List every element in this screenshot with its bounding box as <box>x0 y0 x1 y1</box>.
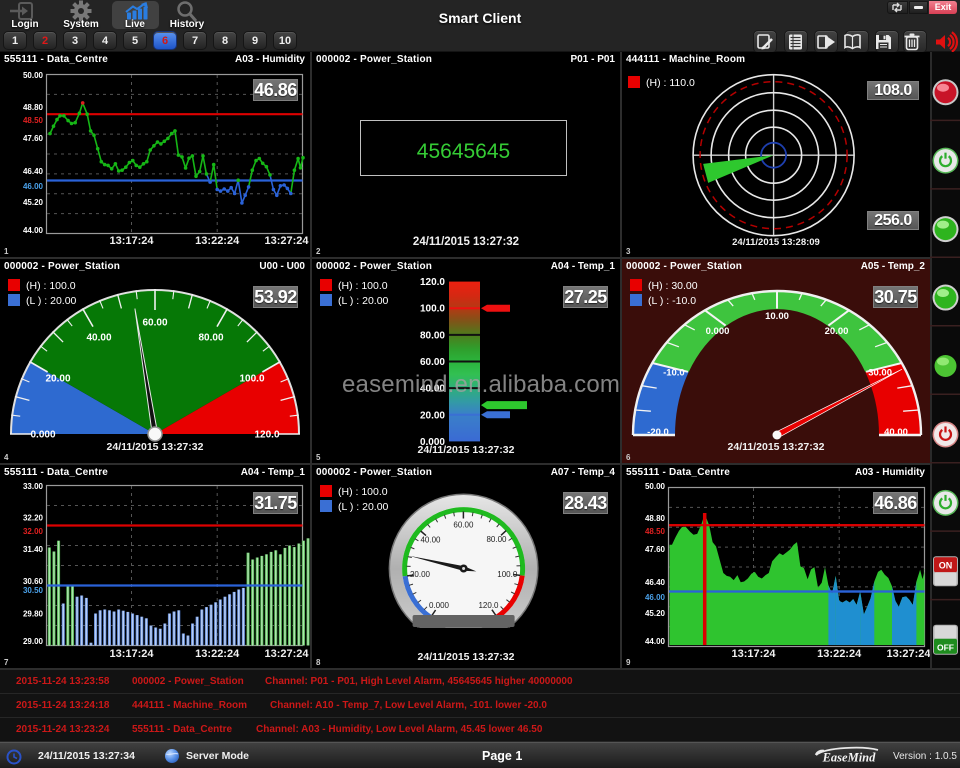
svg-text:40.00: 40.00 <box>86 333 111 344</box>
svg-text:13:17:24: 13:17:24 <box>109 235 154 247</box>
svg-text:40.00: 40.00 <box>884 427 908 438</box>
svg-text:44.00: 44.00 <box>23 226 44 235</box>
svg-text:47.60: 47.60 <box>645 545 666 554</box>
svg-text:20.00: 20.00 <box>420 410 445 421</box>
svg-text:48.80: 48.80 <box>645 514 666 523</box>
svg-text:-20.0: -20.0 <box>647 427 669 438</box>
svg-text:13:22:24: 13:22:24 <box>195 648 240 660</box>
svg-text:46.00: 46.00 <box>645 593 666 602</box>
svg-text:13:17:24: 13:17:24 <box>109 648 154 660</box>
svg-text:0.000: 0.000 <box>706 326 730 337</box>
svg-text:13:17:24: 13:17:24 <box>731 648 776 660</box>
svg-text:47.60: 47.60 <box>23 134 44 143</box>
svg-text:45.20: 45.20 <box>23 198 44 207</box>
svg-text:30.50: 30.50 <box>23 586 44 595</box>
svg-text:60.00: 60.00 <box>453 521 474 530</box>
svg-text:120.0: 120.0 <box>478 601 499 610</box>
svg-text:60.00: 60.00 <box>420 357 445 368</box>
svg-text:48.50: 48.50 <box>645 527 666 536</box>
svg-text:46.00: 46.00 <box>23 182 44 191</box>
svg-text:46.40: 46.40 <box>23 167 44 176</box>
svg-text:ON: ON <box>939 560 953 570</box>
svg-text:100.0: 100.0 <box>420 304 445 315</box>
svg-text:100.0: 100.0 <box>239 374 264 385</box>
svg-text:120.0: 120.0 <box>420 277 445 288</box>
svg-text:0.000: 0.000 <box>429 601 450 610</box>
svg-text:40.00: 40.00 <box>420 536 441 545</box>
svg-text:20.00: 20.00 <box>410 570 431 579</box>
svg-text:60.00: 60.00 <box>142 318 167 329</box>
svg-text:80.00: 80.00 <box>420 330 445 341</box>
svg-text:32.00: 32.00 <box>23 527 44 536</box>
svg-text:80.00: 80.00 <box>198 333 223 344</box>
svg-text:30.60: 30.60 <box>23 577 44 586</box>
svg-text:50.00: 50.00 <box>645 482 666 491</box>
svg-text:48.80: 48.80 <box>23 103 44 112</box>
svg-text:0.000: 0.000 <box>30 430 55 441</box>
svg-text:13:27:24: 13:27:24 <box>886 648 930 660</box>
svg-text:80.00: 80.00 <box>486 535 507 544</box>
svg-text:EaseMind: EaseMind <box>822 751 877 765</box>
svg-text:29.80: 29.80 <box>23 610 44 619</box>
svg-text:48.50: 48.50 <box>23 116 44 125</box>
svg-text:32.20: 32.20 <box>23 514 44 523</box>
svg-text:120.0: 120.0 <box>254 430 279 441</box>
svg-text:20.00: 20.00 <box>45 374 70 385</box>
svg-text:50.00: 50.00 <box>23 71 44 80</box>
svg-text:13:22:24: 13:22:24 <box>195 235 240 247</box>
svg-text:13:27:24: 13:27:24 <box>264 648 309 660</box>
svg-text:100.0: 100.0 <box>497 570 518 579</box>
svg-text:31.40: 31.40 <box>23 545 44 554</box>
svg-text:-10.0: -10.0 <box>663 368 685 379</box>
svg-text:13:27:24: 13:27:24 <box>264 235 309 247</box>
svg-text:45.20: 45.20 <box>645 609 666 618</box>
svg-text:33.00: 33.00 <box>23 482 44 491</box>
svg-text:10.00: 10.00 <box>765 311 789 322</box>
svg-text:46.40: 46.40 <box>645 578 666 587</box>
svg-text:44.00: 44.00 <box>645 637 666 646</box>
svg-text:20.00: 20.00 <box>825 326 849 337</box>
svg-text:13:22:24: 13:22:24 <box>817 648 862 660</box>
svg-text:29.00: 29.00 <box>23 637 44 646</box>
svg-text:OFF: OFF <box>937 642 954 652</box>
